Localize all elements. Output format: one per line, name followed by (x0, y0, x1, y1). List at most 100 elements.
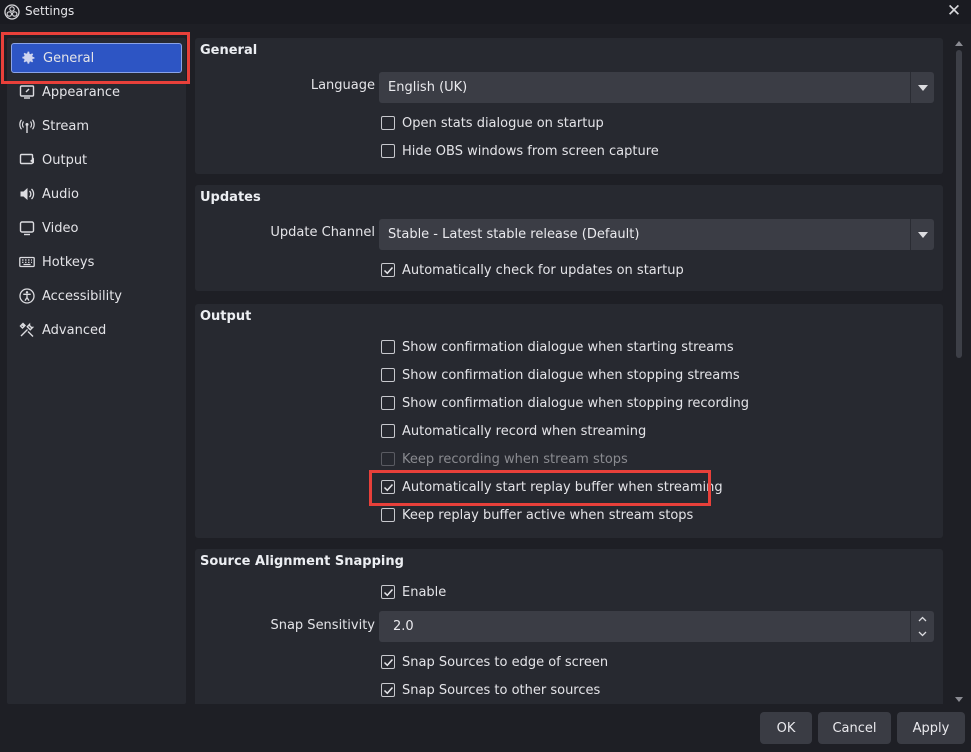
sidebar-item-label: Accessibility (42, 288, 122, 304)
spin-arrows (910, 611, 934, 642)
snapping-group: Source Alignment Snapping Enable Snap Se… (195, 549, 943, 704)
scroll-up-icon[interactable] (954, 38, 964, 48)
check-icon (383, 483, 393, 491)
checkbox-box (381, 424, 395, 438)
chevron-down-icon[interactable] (911, 626, 934, 641)
checkbox-label: Keep recording when stream stops (402, 451, 628, 467)
appearance-icon (19, 84, 35, 100)
monitor-icon (19, 220, 35, 236)
settings-sidebar: General Appearance Stream Output Audio V… (7, 38, 186, 704)
ok-button[interactable]: OK (760, 712, 812, 744)
sidebar-item-label: Output (42, 152, 88, 168)
auto-check-updates-checkbox[interactable]: Automatically check for updates on start… (381, 260, 684, 280)
sidebar-item-appearance[interactable]: Appearance (11, 77, 182, 107)
content-scrollbar[interactable] (954, 38, 964, 704)
antenna-icon (19, 118, 35, 134)
group-title: Source Alignment Snapping (200, 554, 404, 569)
checkbox-box (381, 116, 395, 130)
snapping-enable-checkbox[interactable]: Enable (381, 582, 446, 602)
output-group: Output Show confirmation dialogue when s… (195, 304, 943, 538)
tools-icon (19, 322, 35, 338)
check-icon (383, 266, 393, 274)
snap-sensitivity-spinbox[interactable]: 2.0 (379, 611, 934, 642)
apply-button[interactable]: Apply (897, 712, 965, 744)
snap-edge-checkbox[interactable]: Snap Sources to edge of screen (381, 652, 608, 672)
checkbox-label: Keep replay buffer active when stream st… (402, 507, 694, 523)
language-select[interactable]: English (UK) (379, 72, 934, 103)
checkbox-box (381, 508, 395, 522)
checkbox-label: Show confirmation dialogue when stopping… (402, 395, 749, 411)
accessibility-icon (19, 288, 35, 304)
sidebar-item-label: Stream (42, 118, 90, 134)
checkbox-label: Open stats dialogue on startup (402, 115, 604, 131)
checkbox-box (381, 480, 395, 494)
cancel-button[interactable]: Cancel (818, 712, 891, 744)
sidebar-item-video[interactable]: Video (11, 213, 182, 243)
snap-sensitivity-value: 2.0 (393, 619, 414, 634)
checkbox-box (381, 452, 395, 466)
keep-recording-checkbox: Keep recording when stream stops (381, 449, 628, 469)
checkbox-box (381, 368, 395, 382)
checkbox-label: Automatically check for updates on start… (402, 262, 684, 278)
sidebar-item-audio[interactable]: Audio (11, 179, 182, 209)
checkbox-box (381, 144, 395, 158)
checkbox-label: Enable (402, 584, 447, 600)
checkbox-box (381, 655, 395, 669)
chevron-up-icon[interactable] (911, 611, 934, 626)
sidebar-item-label: General (43, 50, 95, 66)
update-channel-label: Update Channel (270, 225, 375, 240)
auto-record-checkbox[interactable]: Automatically record when streaming (381, 421, 646, 441)
updates-group: Updates Update Channel Stable - Latest s… (195, 185, 943, 291)
checkbox-label: Show confirmation dialogue when stopping… (402, 367, 740, 383)
confirm-start-stream-checkbox[interactable]: Show confirmation dialogue when starting… (381, 337, 734, 357)
chevron-down-icon (910, 72, 934, 103)
keep-replay-buffer-checkbox[interactable]: Keep replay buffer active when stream st… (381, 505, 693, 525)
sidebar-item-advanced[interactable]: Advanced (11, 315, 182, 345)
checkbox-label: Snap Sources to edge of screen (402, 654, 609, 670)
group-title: General (200, 43, 258, 58)
check-icon (383, 686, 393, 694)
sidebar-item-stream[interactable]: Stream (11, 111, 182, 141)
keyboard-icon (19, 254, 35, 270)
checkbox-box (381, 263, 395, 277)
scroll-thumb[interactable] (956, 50, 962, 358)
checkbox-label: Snap Sources to other sources (402, 682, 601, 698)
chevron-down-icon (910, 219, 934, 250)
hide-obs-checkbox[interactable]: Hide OBS windows from screen capture (381, 141, 659, 161)
snap-sensitivity-label: Snap Sensitivity (270, 618, 375, 633)
sidebar-item-general[interactable]: General (11, 43, 182, 73)
auto-replay-buffer-checkbox[interactable]: Automatically start replay buffer when s… (381, 477, 723, 497)
snap-other-sources-checkbox[interactable]: Snap Sources to other sources (381, 680, 600, 700)
checkbox-box (381, 683, 395, 697)
checkbox-label: Automatically record when streaming (402, 423, 647, 439)
check-icon (383, 588, 393, 596)
checkbox-box (381, 585, 395, 599)
speaker-icon (19, 186, 35, 202)
confirm-stop-stream-checkbox[interactable]: Show confirmation dialogue when stopping… (381, 365, 740, 385)
sidebar-item-label: Hotkeys (42, 254, 95, 270)
group-title: Updates (200, 190, 261, 205)
confirm-stop-recording-checkbox[interactable]: Show confirmation dialogue when stopping… (381, 393, 749, 413)
sidebar-item-label: Appearance (42, 84, 121, 100)
general-group: General Language English (UK) Open stats… (195, 38, 943, 174)
open-stats-checkbox[interactable]: Open stats dialogue on startup (381, 113, 604, 133)
gear-icon (20, 50, 36, 66)
title-bar: Settings ✕ (0, 0, 971, 24)
language-label: Language (310, 78, 375, 93)
sidebar-item-label: Audio (42, 186, 79, 202)
scroll-down-icon[interactable] (954, 694, 964, 704)
checkbox-box (381, 396, 395, 410)
settings-content: General Language English (UK) Open stats… (194, 38, 951, 704)
output-icon (19, 152, 35, 168)
close-icon[interactable]: ✕ (943, 1, 965, 23)
obs-logo-icon (4, 4, 20, 20)
update-channel-select[interactable]: Stable - Latest stable release (Default) (379, 219, 934, 250)
sidebar-item-label: Advanced (42, 322, 107, 338)
checkbox-label: Show confirmation dialogue when starting… (402, 339, 734, 355)
group-title: Output (200, 309, 252, 324)
sidebar-item-accessibility[interactable]: Accessibility (11, 281, 182, 311)
check-icon (383, 658, 393, 666)
sidebar-item-hotkeys[interactable]: Hotkeys (11, 247, 182, 277)
checkbox-label: Hide OBS windows from screen capture (402, 143, 659, 159)
sidebar-item-output[interactable]: Output (11, 145, 182, 175)
